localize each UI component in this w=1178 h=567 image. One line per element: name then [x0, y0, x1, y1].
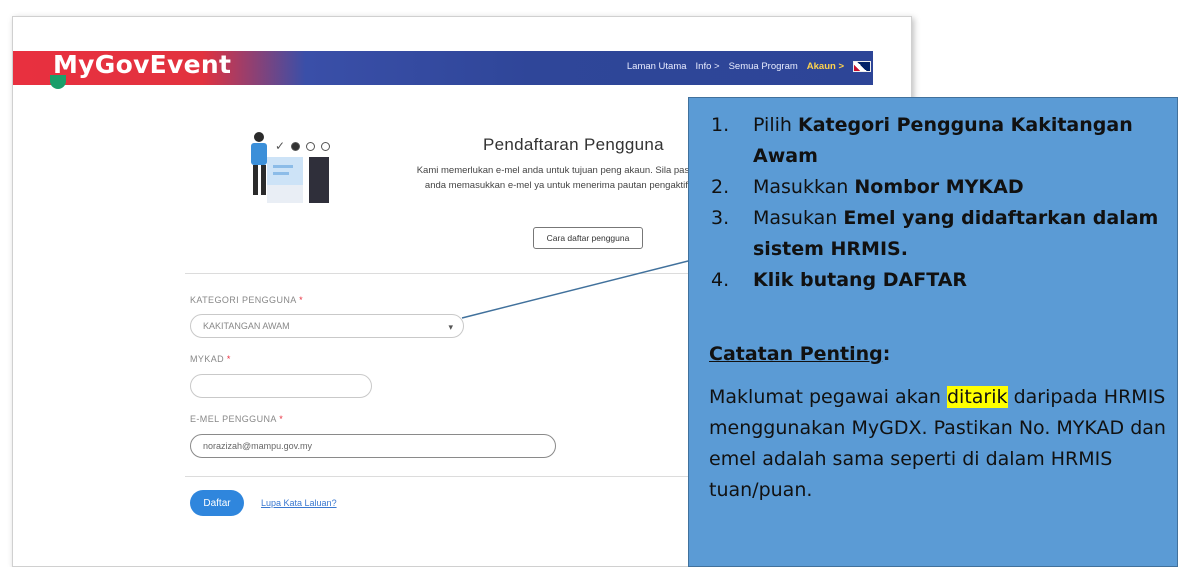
uk-flag-icon[interactable]	[853, 61, 871, 72]
nav-programs[interactable]: Semua Program	[729, 61, 798, 72]
category-select[interactable]: KAKITANGAN AWAM ▾	[190, 314, 464, 338]
email-input[interactable]: norazizah@mampu.gov.my	[190, 434, 556, 458]
email-label-text: E-MEL PENGGUNA	[190, 414, 277, 424]
step-number: 2.	[711, 176, 730, 198]
nav-home[interactable]: Laman Utama	[627, 61, 687, 72]
nav-account[interactable]: Akaun >	[807, 61, 844, 72]
instruction-step: 3. Masukan Emel yang didaftarkan dalam s…	[711, 203, 1171, 265]
main-nav: Laman Utama Info > Semua Program Akaun >	[627, 61, 871, 72]
required-mark: *	[299, 295, 303, 305]
step-text-plain: Masukkan	[753, 176, 855, 198]
instruction-step: 4. Klik butang DAFTAR	[711, 265, 1171, 296]
step-text-plain: Pilih	[753, 114, 798, 136]
instruction-step: 2. Masukkan Nombor MYKAD	[711, 172, 1171, 203]
note-title: Catatan Penting	[709, 343, 883, 365]
mykad-label-text: MYKAD	[190, 354, 225, 364]
howto-button[interactable]: Cara daftar pengguna	[533, 227, 643, 249]
app-logo[interactable]: MyGovEvent	[53, 50, 231, 79]
required-mark: *	[279, 414, 284, 424]
step-number: 3.	[711, 207, 730, 229]
step-text: Masukan Emel yang didaftarkan dalam sist…	[753, 203, 1171, 265]
step-dot	[321, 141, 331, 151]
step-number: 4.	[711, 269, 730, 291]
daftar-button[interactable]: Daftar	[190, 490, 244, 516]
step-number: 1.	[711, 114, 730, 136]
note-colon: :	[882, 343, 891, 365]
mykad-label: MYKAD *	[190, 354, 231, 364]
required-mark: *	[226, 354, 231, 364]
chevron-down-icon[interactable]: ▾	[448, 322, 453, 333]
progress-steps: ✓	[275, 139, 331, 153]
note-heading: Catatan Penting:	[709, 343, 890, 365]
page-title: Pendaftaran Pengguna	[483, 135, 664, 154]
forgot-password-link[interactable]: Lupa Kata Laluan?	[261, 498, 337, 508]
step-text: Masukkan Nombor MYKAD	[753, 172, 1024, 203]
category-label: KATEGORI PENGGUNA *	[190, 295, 303, 305]
step-text-bold: Klik butang DAFTAR	[753, 269, 968, 291]
step-text-bold: Kategori Pengguna Kakitangan Awam	[753, 114, 1133, 167]
step-dot	[306, 141, 316, 151]
email-label: E-MEL PENGGUNA *	[190, 414, 283, 424]
step-dot-current	[291, 141, 301, 151]
note-text: Maklumat pegawai akan	[709, 386, 947, 408]
page-description: Kami memerlukan e-mel anda untuk tujuan …	[416, 165, 710, 191]
nav-info[interactable]: Info >	[696, 61, 720, 72]
instruction-step: 1. Pilih Kategori Pengguna Kakitangan Aw…	[711, 110, 1171, 172]
check-icon: ✓	[275, 139, 286, 153]
instruction-callout: 1. Pilih Kategori Pengguna Kakitangan Aw…	[688, 97, 1178, 567]
note-body: Maklumat pegawai akan ditarik daripada H…	[709, 382, 1169, 506]
step-text: Klik butang DAFTAR	[753, 265, 967, 296]
instruction-steps: 1. Pilih Kategori Pengguna Kakitangan Aw…	[711, 110, 1171, 296]
step-text-plain: Masukan	[753, 207, 844, 229]
step-text-bold: Nombor MYKAD	[854, 176, 1024, 198]
divider	[185, 476, 725, 477]
email-input-value: norazizah@mampu.gov.my	[203, 441, 313, 451]
category-select-value: KAKITANGAN AWAM	[203, 321, 290, 331]
divider	[185, 273, 725, 274]
category-label-text: KATEGORI PENGGUNA	[190, 295, 297, 305]
step-text: Pilih Kategori Pengguna Kakitangan Awam	[753, 110, 1171, 172]
note-highlight: ditarik	[947, 386, 1008, 408]
mykad-input[interactable]	[190, 374, 372, 398]
